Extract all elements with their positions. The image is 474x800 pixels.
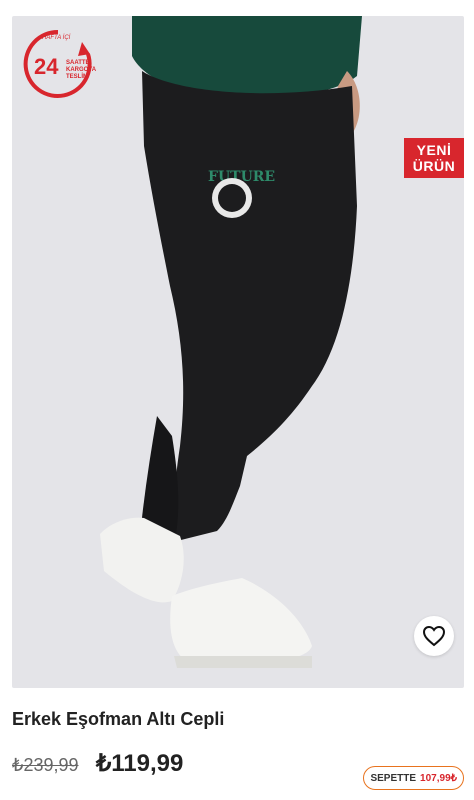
- product-card[interactable]: FUTURE HAFTA İÇİ 24 SAATTE KARGOYA TESLİ…: [0, 0, 474, 800]
- delivery-line3: TESLİM: [66, 74, 88, 80]
- delivery-line2: KARGOYA: [66, 67, 97, 73]
- basket-price-badge: SEPETTE 107,99₺: [363, 766, 464, 790]
- delivery-top-text: HAFTA İÇİ: [42, 35, 71, 41]
- delivery-24h-badge: HAFTA İÇİ 24 SAATTE KARGOYA TESLİM: [20, 26, 96, 102]
- delivery-line1: SAATTE: [66, 60, 90, 66]
- product-image[interactable]: FUTURE HAFTA İÇİ 24 SAATTE KARGOYA TESLİ…: [12, 16, 464, 688]
- favorite-button[interactable]: [414, 616, 454, 656]
- heart-outline-icon: [422, 625, 446, 647]
- basket-label: SEPETTE: [370, 772, 417, 784]
- new-badge-line2: ÜRÜN: [412, 158, 456, 174]
- current-price: ₺119,99: [96, 750, 184, 777]
- new-product-badge: YENİ ÜRÜN: [404, 138, 464, 178]
- basket-price: 107,99₺: [420, 772, 457, 784]
- product-photo-illustration: FUTURE: [100, 16, 362, 668]
- product-title[interactable]: Erkek Eşofman Altı Cepli: [12, 709, 224, 730]
- old-price: ₺239,99: [12, 755, 79, 775]
- delivery-number: 24: [34, 54, 59, 79]
- new-badge-line1: YENİ: [416, 142, 452, 158]
